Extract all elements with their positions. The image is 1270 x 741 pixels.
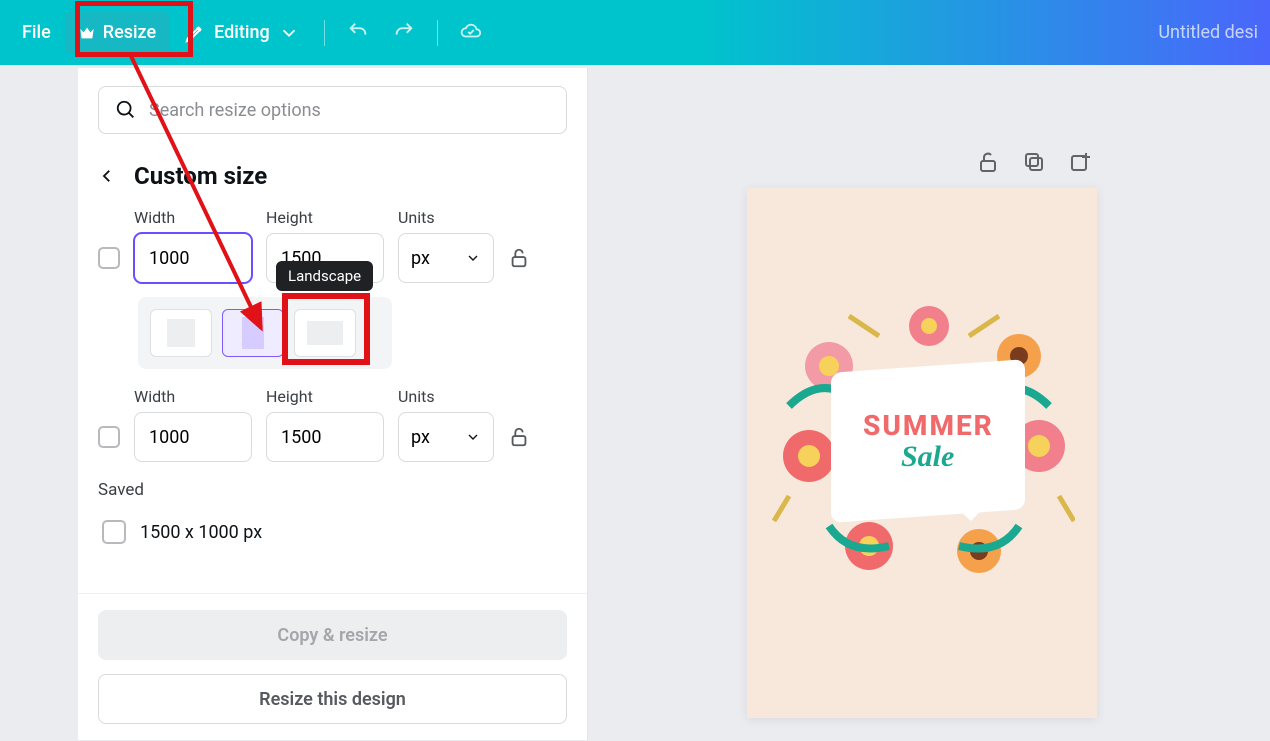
cloud-check-icon — [460, 20, 482, 42]
resize-design-label: Resize this design — [259, 689, 406, 710]
sale-text: Sale — [901, 440, 954, 474]
resize-menu[interactable]: Resize — [65, 12, 170, 53]
cloud-sync-button[interactable] — [448, 12, 494, 54]
width-input-2[interactable] — [134, 412, 252, 462]
unlock-page-icon[interactable] — [976, 150, 1000, 174]
saved-item-label: 1500 x 1000 px — [140, 522, 262, 543]
speech-bubble: SUMMER Sale — [831, 359, 1025, 523]
width-input-1[interactable] — [134, 233, 252, 283]
saved-item-checkbox[interactable] — [102, 520, 126, 544]
undo-button[interactable] — [335, 12, 381, 54]
units-label: Units — [398, 208, 494, 227]
top-toolbar: File Resize Editing Untitled desi — [0, 0, 1270, 65]
width-label: Width — [134, 387, 252, 406]
resize-panel: Custom size Width Height Units px — [78, 68, 588, 740]
redo-button[interactable] — [381, 12, 427, 54]
canvas-tools — [976, 150, 1092, 174]
units-field-2: Units px — [398, 387, 494, 462]
units-value: px — [411, 248, 430, 269]
chevron-down-icon — [465, 250, 481, 266]
chevron-down-icon — [278, 22, 300, 44]
redo-icon — [393, 20, 415, 42]
section-header: Custom size — [98, 162, 567, 190]
divider — [324, 20, 325, 46]
editing-menu[interactable]: Editing — [170, 12, 314, 54]
orientation-row: Landscape — [138, 297, 392, 369]
units-select-2[interactable]: px — [398, 412, 494, 462]
search-box[interactable] — [98, 86, 567, 134]
height-field-2: Height — [266, 387, 384, 462]
height-label: Height — [266, 208, 384, 227]
orientation-landscape[interactable] — [294, 309, 356, 357]
square-icon — [167, 319, 195, 347]
file-menu[interactable]: File — [8, 12, 65, 53]
units-value: px — [411, 427, 430, 448]
pencil-icon — [184, 22, 206, 44]
landscape-tooltip: Landscape — [276, 261, 373, 291]
units-select-1[interactable]: px — [398, 233, 494, 283]
saved-heading: Saved — [98, 480, 567, 500]
landscape-icon — [307, 321, 343, 345]
section-title: Custom size — [134, 162, 267, 190]
undo-icon — [347, 20, 369, 42]
height-label: Height — [266, 387, 384, 406]
duplicate-page-icon[interactable] — [1022, 150, 1046, 174]
orientation-portrait[interactable] — [222, 309, 284, 357]
height-input-2[interactable] — [266, 412, 384, 462]
document-title[interactable]: Untitled desi — [1158, 22, 1262, 43]
file-label: File — [22, 22, 51, 43]
size-row-2-checkbox[interactable] — [98, 426, 120, 448]
design-canvas[interactable]: SUMMER Sale — [747, 188, 1097, 718]
summer-text: SUMMER — [863, 409, 994, 442]
add-page-icon[interactable] — [1068, 150, 1092, 174]
lock-aspect-button-2[interactable] — [508, 426, 530, 448]
width-field-1: Width — [134, 208, 252, 283]
portrait-icon — [242, 317, 264, 349]
width-field-2: Width — [134, 387, 252, 462]
chevron-down-icon — [465, 429, 481, 445]
resize-this-design-button[interactable]: Resize this design — [98, 674, 567, 724]
search-icon — [115, 99, 137, 121]
lock-aspect-button-1[interactable] — [508, 247, 530, 269]
copy-resize-label: Copy & resize — [277, 625, 387, 646]
width-label: Width — [134, 208, 252, 227]
size-row-1-checkbox[interactable] — [98, 247, 120, 269]
units-label: Units — [398, 387, 494, 406]
chevron-left-icon[interactable] — [98, 167, 116, 185]
size-row-2: Width Height Units px — [98, 387, 567, 462]
saved-size-item[interactable]: 1500 x 1000 px — [98, 514, 567, 550]
search-input[interactable] — [149, 100, 550, 121]
copy-and-resize-button[interactable]: Copy & resize — [98, 610, 567, 660]
resize-panel-scroll[interactable]: Custom size Width Height Units px — [78, 68, 587, 593]
units-field-1: Units px — [398, 208, 494, 283]
panel-footer: Copy & resize Resize this design — [78, 593, 587, 740]
resize-label: Resize — [103, 22, 156, 43]
canvas-area: SUMMER Sale — [590, 68, 1270, 741]
crown-icon — [79, 26, 95, 40]
divider — [437, 20, 438, 46]
orientation-square[interactable] — [150, 309, 212, 357]
editing-label: Editing — [214, 22, 270, 43]
